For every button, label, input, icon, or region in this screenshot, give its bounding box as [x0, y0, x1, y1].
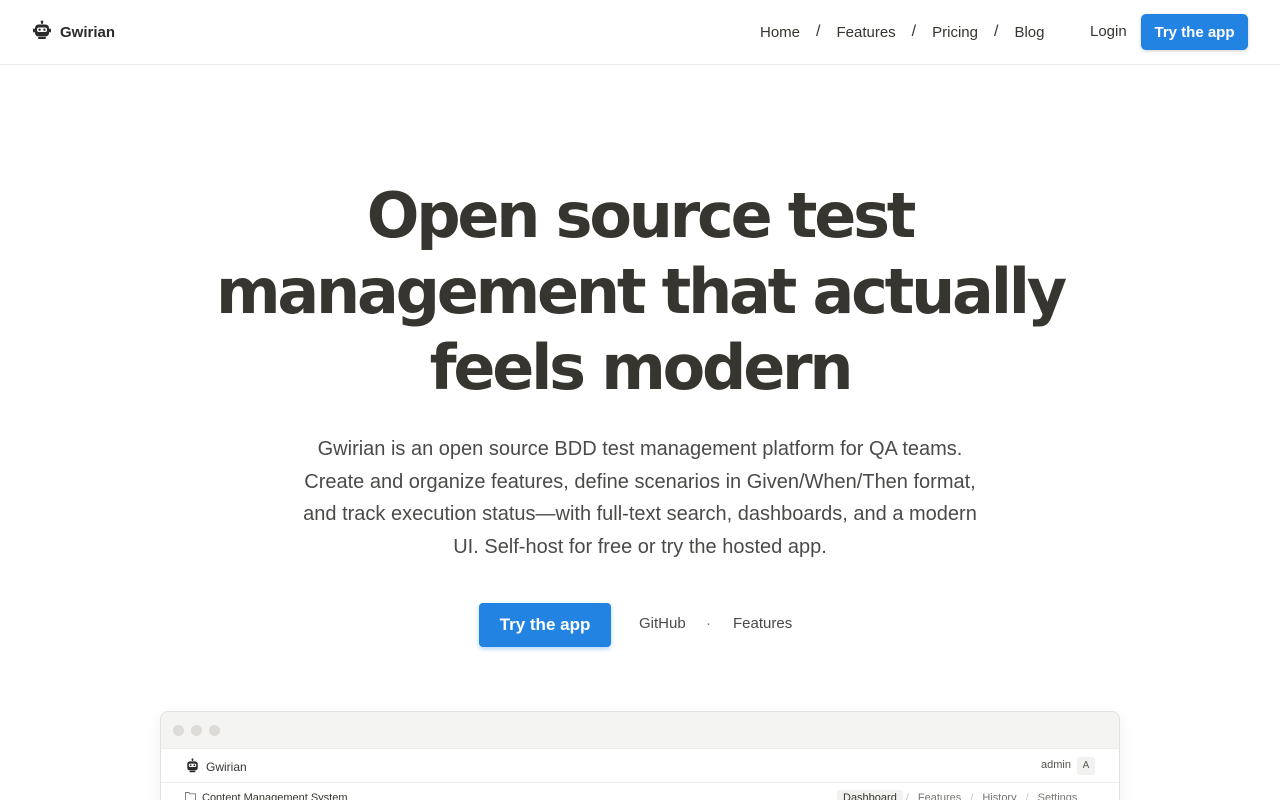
hero-title-line: management that actually [215, 255, 1067, 328]
hero-subtitle: Gwirian is an open source BDD test manag… [303, 438, 977, 559]
login-link[interactable]: Login [1090, 20, 1127, 44]
window-dot [209, 725, 220, 736]
nav-separator: / [993, 23, 999, 40]
nav-separator: / [911, 23, 917, 40]
hero-title-line: Open source test [366, 179, 917, 252]
top-navbar: Gwirian Home / Features / Pricing / Blog… [0, 0, 1280, 65]
robot-logo-icon [185, 758, 200, 776]
features-link[interactable]: Features [733, 615, 792, 632]
brand-name: Gwirian [60, 23, 116, 41]
nav-link-features[interactable]: Features [836, 24, 895, 41]
window-dot [191, 725, 202, 736]
nav-separator: / [816, 23, 821, 40]
preview-tabs: Dashboard / Features / History / Setting… [837, 790, 1083, 800]
hero-title: Open source test management that actuall… [160, 178, 1120, 406]
preview-brand: Gwirian [185, 758, 247, 776]
preview-app-header: Gwirian admin A [161, 749, 1119, 783]
preview-tab-dashboard: Dashboard [837, 790, 903, 800]
preview-user-name: admin [1041, 759, 1071, 771]
link-divider-dot: · [706, 615, 711, 632]
window-dot [173, 725, 184, 736]
nav-link-home[interactable]: Home [760, 24, 800, 41]
folder-icon [185, 791, 196, 800]
nav-link-pricing[interactable]: Pricing [932, 24, 978, 41]
app-preview: Gwirian admin A Content Management Syste… [160, 711, 1120, 800]
window-chrome [161, 712, 1119, 749]
preview-tab-history: History [982, 792, 1017, 800]
preview-tab-separator: / [905, 792, 909, 800]
preview-tab-separator: / [1025, 792, 1029, 800]
preview-tab-separator: / [970, 792, 974, 800]
nav-link-blog[interactable]: Blog [1014, 24, 1044, 41]
hero-title-line: feels modern [429, 331, 854, 404]
preview-tab-features: Features [917, 792, 962, 800]
github-link[interactable]: GitHub [639, 615, 686, 632]
try-app-hero-button[interactable]: Try the app [479, 603, 611, 647]
preview-brand-name: Gwirian [206, 760, 247, 774]
preview-project-row: Content Management System [185, 791, 348, 800]
preview-project-name: Content Management System [202, 791, 348, 800]
main-nav: Home / Features / Pricing / Blog [760, 20, 1044, 44]
preview-tab-settings: Settings [1037, 792, 1078, 800]
robot-logo-icon [32, 20, 52, 45]
brand-link[interactable]: Gwirian [32, 20, 115, 44]
preview-avatar: A [1077, 757, 1095, 775]
try-app-nav-button[interactable]: Try the app [1141, 14, 1248, 50]
